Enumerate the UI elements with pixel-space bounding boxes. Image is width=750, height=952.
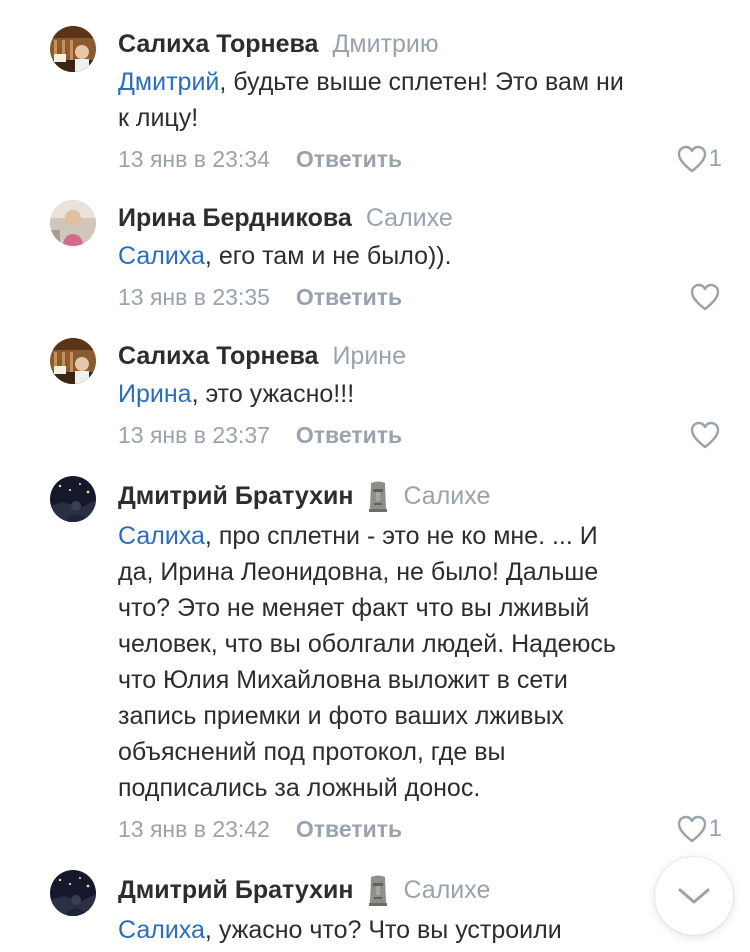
heart-outline-icon [690,421,720,449]
avatar[interactable] [50,870,96,916]
like-button[interactable]: 1 [677,143,722,175]
avatar[interactable] [50,476,96,522]
comment-line-text: , будьте выше сплетен! Это вам ни [219,68,624,96]
comment-text: Салиха, его там и не было)). [118,238,718,274]
reply-button[interactable]: Ответить [296,816,402,843]
comment-line-text: , ужасно что? Что вы устроили [204,916,562,944]
author-name[interactable]: Салиха Торнева [118,30,318,59]
reply-to-name[interactable]: Дмитрию [332,30,438,59]
comment-line: что Юлия Михайловна выложит в сети [118,666,568,694]
chevron-down-icon [678,888,710,904]
comment-date[interactable]: 13 янв в 23:34 [118,146,270,173]
comment-line: человек, что вы оболгали людей. Надеюсь [118,630,616,658]
like-button[interactable] [690,281,720,313]
heart-outline-icon [677,145,706,173]
mention-link[interactable]: Салиха [118,242,205,270]
like-button[interactable] [690,419,720,451]
reply-button[interactable]: Ответить [296,146,402,173]
comment-line: Салиха, ужасно что? Что вы устроили [118,912,718,948]
avatar[interactable] [50,200,96,246]
comment-text: Дмитрий, будьте выше сплетен! Это вам ни… [118,64,718,136]
like-count: 1 [708,145,722,172]
scroll-down-button[interactable] [655,857,733,935]
comment-line: что? Это не меняет факт что вы лживый [118,594,590,622]
like-count: 1 [708,815,722,842]
reply-button[interactable]: Ответить [296,422,402,449]
comment-text: Салиха, ужасно что? Что вы устроили [118,912,718,948]
moai-emoji-icon [367,874,389,906]
author-name[interactable]: Дмитрий Братухин [118,876,353,905]
comment-line-text: , про сплетни - это не ко мне. ... И [204,522,598,550]
author-name[interactable]: Дмитрий Братухин [118,482,353,511]
author-name[interactable]: Ирина Бердникова [118,204,352,233]
reply-to-name[interactable]: Салихе [403,482,490,511]
comment-line: да, Ирина Леонидовна, не было! Дальше [118,558,599,586]
mention-link[interactable]: Дмитрий [118,68,219,96]
comment-line: запись приемки и фото ваших лживых [118,702,564,730]
mention-link[interactable]: Ирина [118,380,192,408]
reply-button[interactable]: Ответить [296,284,402,311]
comment-text: Ирина, это ужасно!!! [118,376,718,412]
like-button[interactable]: 1 [677,813,722,845]
comment-line: Салиха, его там и не было)). [118,238,718,274]
reply-to-name[interactable]: Салихе [403,876,490,905]
comment-date[interactable]: 13 янв в 23:35 [118,284,270,311]
comment-line: объяснений под протокол, где вы [118,738,506,766]
comment-line: к лицу! [118,104,199,132]
reply-to-name[interactable]: Салихе [366,204,453,233]
comments-thread: Салиха Торнева Дмитрию Дмитрий, будьте в… [0,0,750,952]
author-name[interactable]: Салиха Торнева [118,342,318,371]
heart-outline-icon [677,815,706,843]
reply-to-name[interactable]: Ирине [332,342,406,371]
avatar[interactable] [50,338,96,384]
comment-line: Дмитрий, будьте выше сплетен! Это вам ни [118,64,718,100]
mention-link[interactable]: Салиха [118,522,205,550]
comment-line-text: , это ужасно!!! [191,380,355,408]
comment-line: Ирина, это ужасно!!! [118,376,718,412]
comment-text: Салиха, про сплетни - это не ко мне. ...… [118,518,718,806]
mention-link[interactable]: Салиха [118,916,205,944]
heart-outline-icon [690,283,720,311]
comment-date[interactable]: 13 янв в 23:42 [118,816,270,843]
comment-date[interactable]: 13 янв в 23:37 [118,422,270,449]
moai-emoji-icon [367,480,389,512]
avatar[interactable] [50,26,96,72]
comment-line-text: , его там и не было)). [204,242,452,270]
comment-line: подписались за ложный донос. [118,774,481,802]
comment-line: Салиха, про сплетни - это не ко мне. ...… [118,518,718,554]
